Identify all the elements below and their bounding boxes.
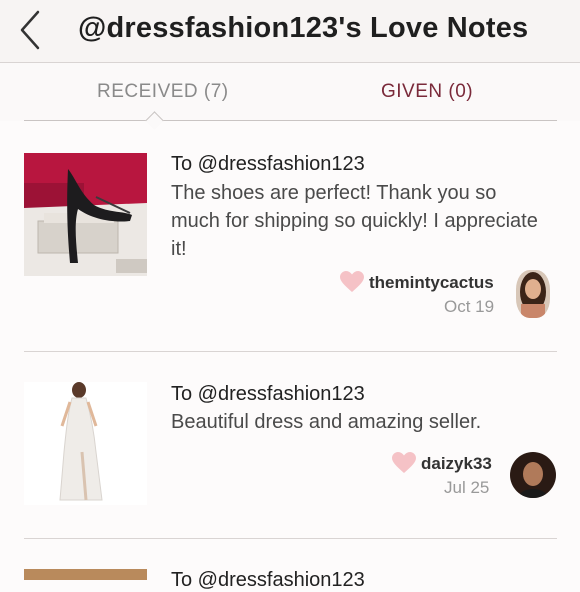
note-message: The shoes are perfect! Thank you so much… — [171, 182, 538, 260]
header-bar: @dressfashion123's Love Notes — [0, 0, 580, 63]
listing-thumbnail[interactable] — [24, 569, 147, 580]
avatar-image — [510, 452, 556, 498]
divider — [24, 351, 557, 352]
heart-icon — [392, 452, 416, 473]
note-recipient: To @dressfashion123 — [171, 153, 365, 175]
note-date: Oct 19 — [444, 297, 495, 316]
dress-image — [24, 382, 147, 505]
listing-thumbnail[interactable] — [24, 382, 147, 505]
author-avatar[interactable] — [510, 452, 556, 498]
back-button[interactable] — [14, 8, 50, 52]
tab-underline — [24, 120, 557, 121]
page-title: @dressfashion123's Love Notes — [78, 12, 529, 44]
tab-given[interactable]: GIVEN (0) — [381, 81, 473, 103]
author-avatar[interactable] — [516, 270, 550, 318]
note-author[interactable]: daizyk33 — [421, 454, 492, 474]
note-message: Beautiful dress and amazing seller. — [171, 411, 482, 433]
listing-thumbnail[interactable] — [24, 153, 147, 276]
note-recipient: To @dressfashion123 — [171, 383, 365, 405]
note-author[interactable]: themintycactus — [369, 273, 494, 293]
tab-bar: RECEIVED (7) GIVEN (0) — [0, 63, 580, 121]
tab-received[interactable]: RECEIVED (7) — [97, 81, 229, 103]
avatar-image — [516, 270, 550, 318]
shoes-image — [24, 153, 147, 276]
note-date: Jul 25 — [444, 478, 490, 497]
note-recipient: To @dressfashion123 — [171, 569, 365, 591]
divider — [24, 538, 557, 539]
chevron-left-icon — [20, 10, 40, 50]
heart-icon — [340, 271, 364, 292]
